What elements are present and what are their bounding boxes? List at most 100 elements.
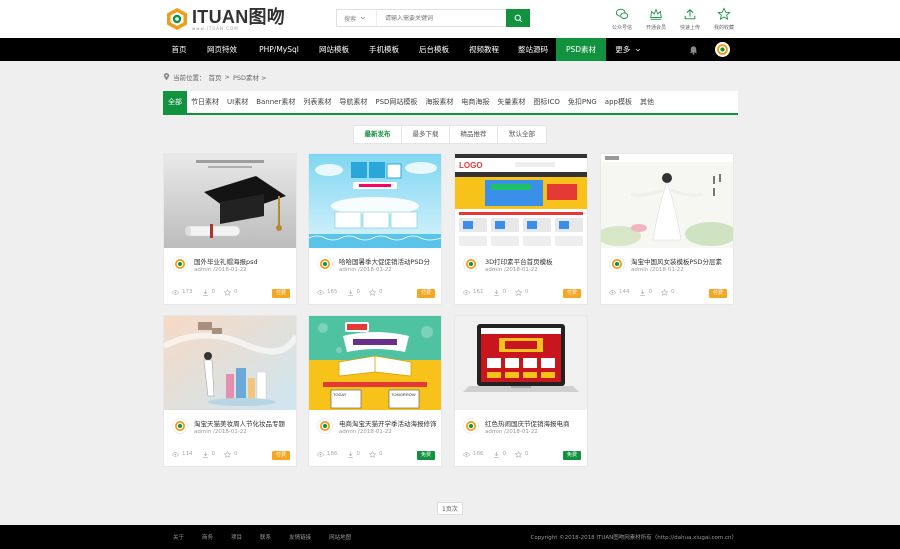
author-avatar[interactable]: [317, 418, 333, 434]
sort-most-downloads[interactable]: 最多下载: [402, 126, 450, 143]
resource-card[interactable]: 国外毕业礼帽海报psd admin /2018-01-22 173 0 0 付费: [163, 153, 297, 305]
card-meta: admin /2018-01-22: [194, 267, 247, 273]
resource-card[interactable]: 淘宝天猫美妆周人节化妆品专题 admin /2018-01-22 114 0 0…: [163, 315, 297, 467]
price-badge: 付费: [562, 289, 581, 298]
card-thumbnail[interactable]: [601, 154, 733, 248]
nav-item-web-templates[interactable]: 网站模板: [310, 38, 358, 61]
footer-link-contact[interactable]: 联系: [260, 533, 271, 541]
resource-card[interactable]: 哈哈国暑季大促促销活动PSD分 admin /2018-01-22 165 0 …: [308, 153, 442, 305]
nav-item-effects[interactable]: 网页特效: [198, 38, 246, 61]
card-thumbnail[interactable]: LOGO: [455, 154, 587, 248]
bell-icon[interactable]: [688, 44, 699, 55]
svg-text:TOMORROW: TOMORROW: [391, 392, 416, 397]
crown-icon: [650, 8, 662, 20]
nav-item-psd[interactable]: PSD素材: [556, 38, 606, 61]
card-author[interactable]: admin: [339, 429, 356, 435]
card-thumbnail[interactable]: [164, 154, 296, 248]
download-count: 0: [356, 451, 361, 457]
resource-card[interactable]: TODAY TOMORROW 电商淘宝天猫开学季活动海报修饰 admin /20…: [308, 315, 442, 467]
cosmetics-promo-image: [164, 316, 296, 410]
nav-item-admin-templates[interactable]: 后台模板: [410, 38, 458, 61]
nav-item-more[interactable]: 更多: [610, 38, 646, 61]
card-author[interactable]: admin: [485, 267, 502, 273]
nav-item-video[interactable]: 视频教程: [460, 38, 508, 61]
footer-link-business[interactable]: 商务: [202, 533, 213, 541]
card-author[interactable]: admin: [485, 429, 502, 435]
card-title[interactable]: 3D打印素平台首页模板: [485, 256, 583, 266]
graduation-cap-image: [164, 154, 296, 248]
card-title[interactable]: 淘宝天猫美妆周人节化妆品专题: [194, 418, 292, 428]
search-button[interactable]: [506, 9, 530, 27]
author-avatar[interactable]: [317, 256, 333, 272]
breadcrumb-home[interactable]: 首页: [209, 72, 222, 82]
nav-item-home[interactable]: 首页: [163, 38, 195, 61]
category-icon[interactable]: 图标ICO: [529, 91, 563, 113]
card-date: /2018-01-22: [503, 267, 538, 273]
card-date: /2018-01-22: [649, 267, 684, 273]
category-poster[interactable]: 海报素材: [421, 91, 457, 113]
card-author[interactable]: admin: [339, 267, 356, 273]
favorite-count: 0: [671, 289, 675, 295]
footer-link-about[interactable]: 关于: [173, 533, 184, 541]
author-avatar[interactable]: [172, 256, 188, 272]
sort-newest[interactable]: 最新发布: [354, 126, 402, 143]
pagination[interactable]: 1页次: [437, 502, 463, 515]
search-type-select[interactable]: 搜索: [337, 10, 377, 26]
svg-text:TODAY: TODAY: [333, 392, 347, 397]
category-all[interactable]: 全部: [163, 91, 187, 113]
price-badge: 免费: [562, 451, 581, 460]
card-thumbnail[interactable]: TODAY TOMORROW: [309, 316, 441, 410]
card-author[interactable]: admin: [631, 267, 648, 273]
user-avatar[interactable]: [715, 42, 730, 57]
category-other[interactable]: 其他: [636, 91, 658, 113]
site-logo[interactable]: ITUAN图吻 www.ITUAN.COM: [165, 6, 285, 32]
category-png[interactable]: 免扣PNG: [564, 91, 601, 113]
card-author[interactable]: admin: [194, 267, 211, 273]
author-avatar[interactable]: [463, 256, 479, 272]
author-avatar[interactable]: [609, 256, 625, 272]
footer-link-friends[interactable]: 友情链接: [289, 533, 311, 541]
category-ui[interactable]: UI素材: [223, 91, 252, 113]
category-festival[interactable]: 节日素材: [187, 91, 223, 113]
header-tools: 公众号信 开通会员 快速上传 我的收藏: [605, 7, 741, 31]
card-thumbnail[interactable]: [455, 316, 587, 410]
category-ecommerce-poster[interactable]: 电商海报: [457, 91, 493, 113]
card-title[interactable]: 哈哈国暑季大促促销活动PSD分: [339, 256, 437, 266]
sort-featured[interactable]: 精品推荐: [450, 126, 498, 143]
category-nav[interactable]: 导航素材: [335, 91, 371, 113]
nav-item-mobile-templates[interactable]: 手机模板: [360, 38, 408, 61]
category-list[interactable]: 列表素材: [299, 91, 335, 113]
author-avatar[interactable]: [463, 418, 479, 434]
category-app[interactable]: app模板: [601, 91, 636, 113]
nav-item-source[interactable]: 整站源码: [510, 38, 556, 61]
resource-card[interactable]: 淘宝中国风女装模板PSD分层素 admin /2018-01-22 144 0 …: [600, 153, 734, 305]
view-count: 165: [327, 289, 338, 295]
card-title[interactable]: 国外毕业礼帽海报psd: [194, 256, 292, 266]
nav-item-php[interactable]: PHP/MySql: [250, 38, 308, 61]
card-title[interactable]: 红色热闹国庆节促销海报电商: [485, 418, 583, 428]
download-count: 0: [648, 289, 653, 295]
summer-promo-image: [309, 154, 441, 248]
search-input[interactable]: [377, 14, 506, 22]
card-author[interactable]: admin: [194, 429, 211, 435]
wechat-button[interactable]: 公众号信: [605, 7, 639, 31]
card-title[interactable]: 电商淘宝天猫开学季活动海报修饰: [339, 418, 437, 428]
price-badge: 付费: [708, 289, 727, 298]
favorite-count: 0: [525, 289, 529, 295]
category-banner[interactable]: Banner素材: [252, 91, 299, 113]
sort-default[interactable]: 默认全部: [498, 126, 546, 143]
card-thumbnail[interactable]: [164, 316, 296, 410]
card-thumbnail[interactable]: [309, 154, 441, 248]
favorites-button[interactable]: 我的收藏: [707, 7, 741, 31]
resource-card[interactable]: 红色热闹国庆节促销海报电商 admin /2018-01-22 186 0 0 …: [454, 315, 588, 467]
author-avatar[interactable]: [172, 418, 188, 434]
footer-link-projects[interactable]: 项目: [231, 533, 242, 541]
national-day-promo-image: [455, 316, 587, 410]
category-psd-site[interactable]: PSD网站模板: [371, 91, 421, 113]
resource-card[interactable]: LOGO 3D打印素平台首页模板 admin /2018-01-22 161 0…: [454, 153, 588, 305]
upload-button[interactable]: 快速上传: [673, 7, 707, 31]
category-vector[interactable]: 矢量素材: [493, 91, 529, 113]
vip-button[interactable]: 开通会员: [639, 7, 673, 31]
card-title[interactable]: 淘宝中国风女装模板PSD分层素: [631, 256, 729, 266]
footer-link-sitemap[interactable]: 网站地图: [329, 533, 351, 541]
